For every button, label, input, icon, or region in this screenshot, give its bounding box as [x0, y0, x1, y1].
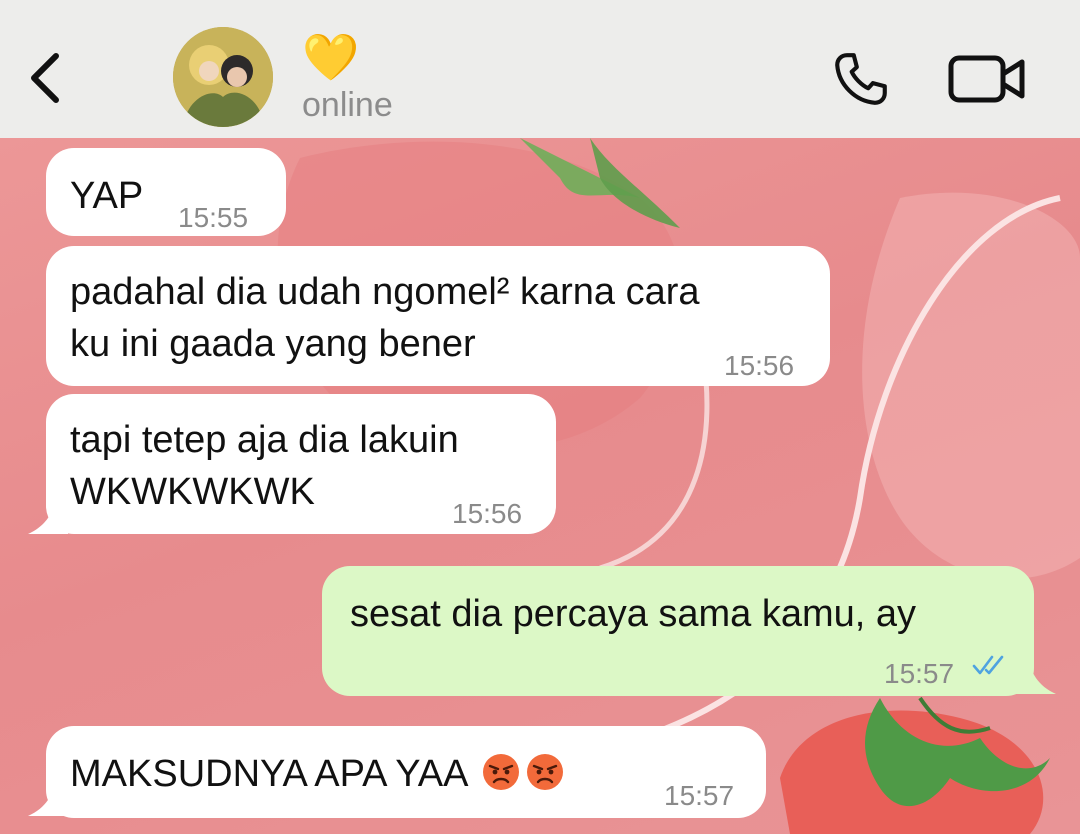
contact-avatar[interactable] [173, 27, 273, 127]
angry-face-icon [482, 754, 519, 790]
message-bubble-outgoing[interactable]: sesat dia percaya sama kamu, ay 15:57 [322, 566, 1034, 696]
message-bubble-incoming[interactable]: MAKSUDNYA APA YAA 15:57 [46, 726, 766, 818]
message-time: 15:55 [178, 202, 249, 233]
message-bubble-incoming[interactable]: YAP 15:55 [46, 148, 286, 236]
voice-call-icon [835, 53, 887, 105]
video-call-button[interactable] [948, 54, 1026, 104]
message-text: MAKSUDNYA APA YAA [70, 748, 766, 800]
back-button[interactable] [22, 46, 70, 110]
video-call-icon [948, 55, 1025, 103]
message-time: 15:56 [724, 350, 795, 381]
back-chevron-icon [31, 53, 59, 103]
avatar-image [173, 27, 273, 127]
message-text: sesat dia percaya sama kamu, ay [350, 593, 917, 635]
bubble-tail [28, 496, 68, 534]
message-bubble-incoming[interactable]: tapi tetep aja dia lakuin WKWKWKWK 15:56 [46, 394, 556, 534]
angry-face-icon [526, 754, 563, 790]
message-text: tapi tetep aja dia lakuin [70, 419, 459, 461]
message-bubble-incoming[interactable]: padahal dia udah ngomel² karna cara ku i… [46, 246, 830, 386]
voice-call-button[interactable] [830, 48, 892, 110]
message-text-content: MAKSUDNYA APA YAA [70, 753, 467, 795]
message-text: ku ini gaada yang bener [70, 323, 476, 365]
bubble-tail [1016, 656, 1056, 694]
message-time: 15:56 [452, 498, 523, 529]
message-time: 15:57 [664, 780, 735, 811]
bubble-tail [28, 778, 68, 816]
read-double-check-icon [972, 655, 1004, 675]
contact-status: online [302, 86, 393, 124]
chat-header: 💛 online [0, 0, 1080, 138]
contact-name[interactable]: 💛 [302, 30, 359, 84]
message-text: padahal dia udah ngomel² karna cara [70, 271, 700, 313]
message-time: 15:57 [884, 658, 955, 689]
